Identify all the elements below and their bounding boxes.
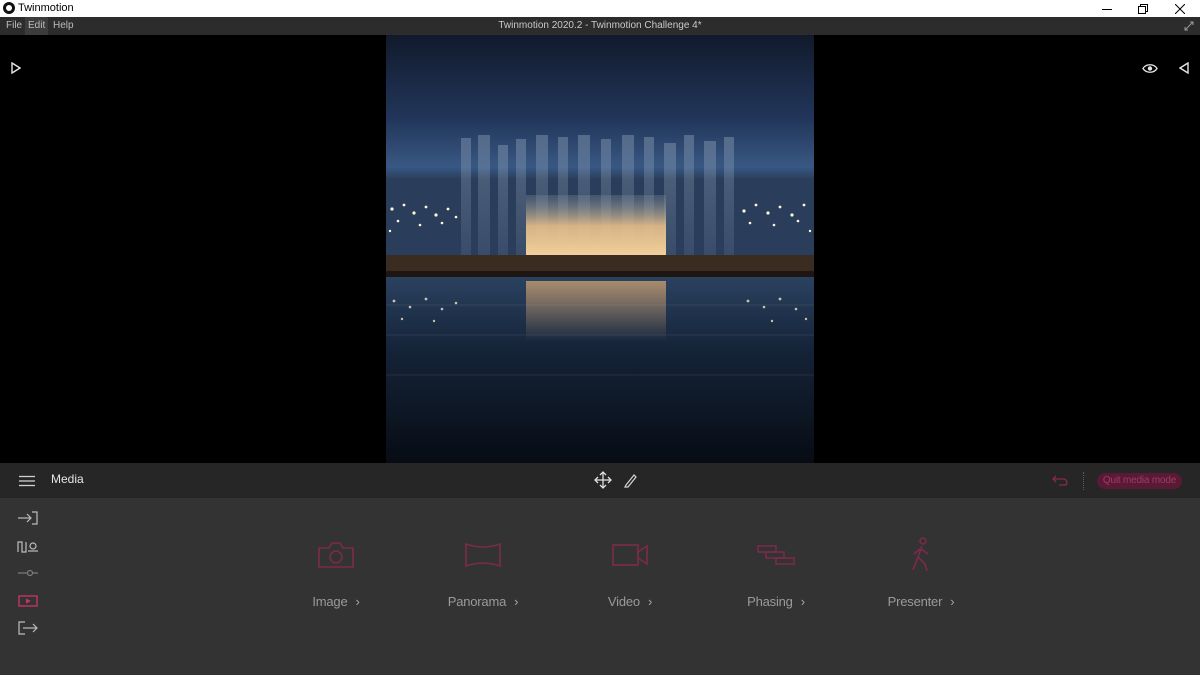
menu-file[interactable]: File <box>3 17 25 35</box>
context-icon[interactable] <box>16 538 40 554</box>
media-type-label: Phasing <box>747 594 793 609</box>
restore-icon <box>1138 3 1148 14</box>
walking-person-icon <box>861 536 981 574</box>
hamburger-icon[interactable] <box>18 474 36 492</box>
minimize-icon <box>1102 8 1112 10</box>
media-icon[interactable] <box>16 593 40 609</box>
configure-icon[interactable] <box>16 565 40 581</box>
media-toolbar: Media <box>0 463 1200 498</box>
play-right-icon[interactable] <box>8 60 24 76</box>
chevron-right-icon: › <box>355 594 360 609</box>
chevron-right-icon: › <box>800 594 805 609</box>
media-type-label: Video <box>607 594 640 609</box>
chevron-right-icon: › <box>514 594 519 609</box>
viewport[interactable] <box>0 35 1200 463</box>
collapse-left-icon[interactable] <box>1176 60 1192 76</box>
menu-bar: Twinmotion 2020.2 - Twinmotion Challenge… <box>0 17 1200 35</box>
video-camera-icon <box>570 536 690 574</box>
export-icon[interactable] <box>16 620 40 636</box>
rendered-scene-image <box>386 35 814 463</box>
menu-edit[interactable]: Edit <box>25 17 49 35</box>
fullscreen-icon[interactable] <box>1184 21 1194 31</box>
phasing-icon <box>716 536 836 574</box>
media-type-label: Panorama <box>447 594 507 609</box>
pencil-icon[interactable] <box>619 469 641 491</box>
window-titlebar: Twinmotion <box>0 0 1200 17</box>
import-icon[interactable] <box>16 510 40 526</box>
document-title: Twinmotion 2020.2 - Twinmotion Challenge… <box>498 20 702 31</box>
media-type-label: Image <box>312 594 348 609</box>
quit-media-mode-button[interactable]: Quit media mode <box>1097 473 1182 489</box>
media-type-label: Presenter <box>887 594 943 609</box>
app-name: Twinmotion <box>18 2 74 14</box>
menu-help[interactable]: Help <box>50 17 77 35</box>
media-type-presenter[interactable]: Presenter › <box>861 536 981 616</box>
move-icon[interactable] <box>592 469 614 491</box>
media-type-image[interactable]: Image › <box>276 536 396 616</box>
camera-icon <box>276 536 396 574</box>
chevron-right-icon: › <box>950 594 955 609</box>
close-button[interactable] <box>1162 0 1198 17</box>
media-section-title: Media <box>51 472 84 486</box>
undo-icon[interactable] <box>1049 469 1071 491</box>
minimize-button[interactable] <box>1089 0 1125 17</box>
media-type-phasing[interactable]: Phasing › <box>716 536 836 616</box>
restore-button[interactable] <box>1125 0 1161 17</box>
media-type-panorama[interactable]: Panorama › <box>423 536 543 616</box>
media-type-video[interactable]: Video › <box>570 536 690 616</box>
eye-icon[interactable] <box>1140 60 1160 76</box>
twinmotion-logo-icon <box>3 2 15 14</box>
chevron-right-icon: › <box>647 594 653 609</box>
media-panel: Image › Panorama › Video › Phasing › Present… <box>0 498 1200 675</box>
toolbar-separator <box>1083 472 1084 490</box>
close-icon <box>1175 3 1185 14</box>
panorama-icon <box>423 536 543 574</box>
